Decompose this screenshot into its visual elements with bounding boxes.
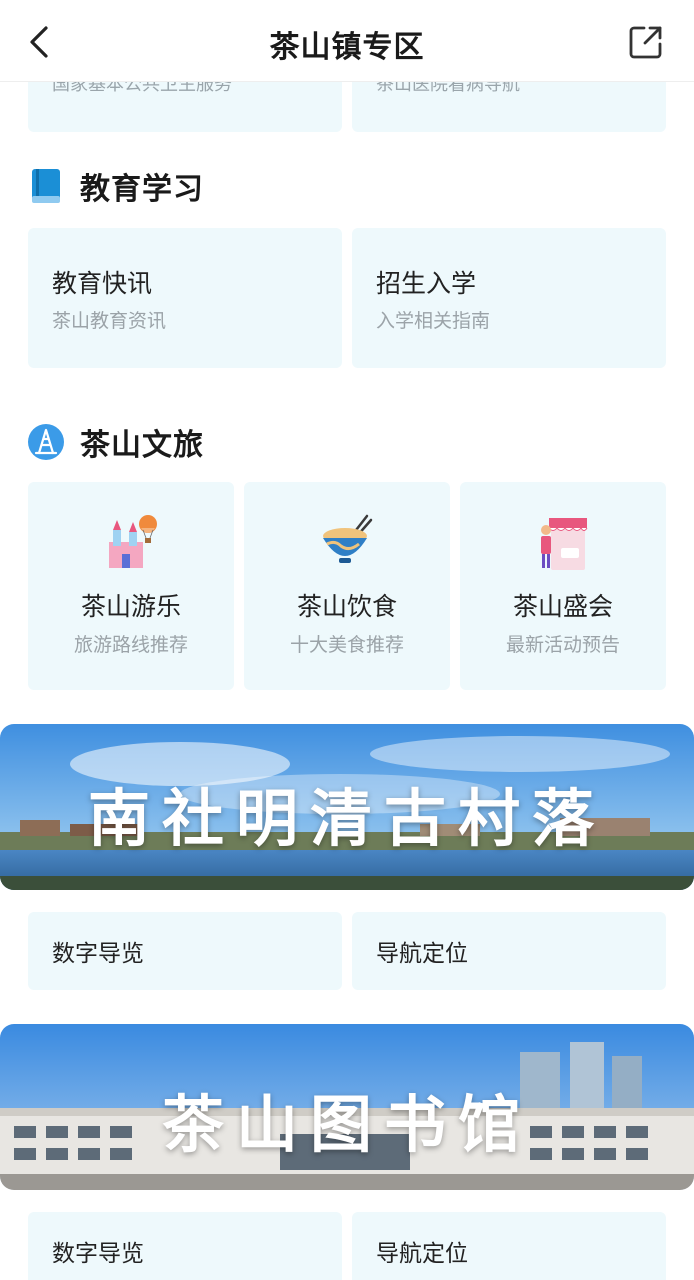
chashan-library-banner[interactable]: 茶山图书馆 <box>0 1024 694 1190</box>
link-label: 导航定位 <box>376 941 468 967</box>
navigation-button[interactable]: 导航定位 <box>352 912 666 990</box>
tower-icon <box>28 424 64 460</box>
card-title: 招生入学 <box>376 269 477 298</box>
nanshe-village-banner[interactable]: 南社明清古村落 <box>0 724 694 890</box>
tourism-fun-card[interactable]: 茶山游乐 旅游路线推荐 <box>28 482 234 690</box>
link-label: 数字导览 <box>52 1241 144 1267</box>
food-bowl-icon <box>323 514 373 563</box>
education-news-card[interactable]: 教育快讯 茶山教育资讯 <box>28 228 342 368</box>
section-title: 教育学习 <box>80 172 204 207</box>
card-subtitle: 最新活动预告 <box>505 634 620 656</box>
enrollment-card[interactable]: 招生入学 入学相关指南 <box>352 228 666 368</box>
section-title: 茶山文旅 <box>80 428 204 463</box>
digital-tour-button[interactable]: 数字导览 <box>28 1212 342 1280</box>
link-label: 数字导览 <box>52 941 144 967</box>
banner-title: 南社明清古村落 <box>87 782 606 855</box>
card-title: 茶山游乐 <box>80 592 181 621</box>
book-icon <box>32 169 60 203</box>
share-button[interactable] <box>626 22 666 62</box>
education-section-heading: 教育学习 <box>28 166 204 207</box>
card-subtitle: 入学相关指南 <box>376 310 491 332</box>
card-title: 茶山饮食 <box>296 592 397 621</box>
navigation-button[interactable]: 导航定位 <box>352 1212 666 1280</box>
link-label: 导航定位 <box>376 1241 468 1267</box>
tourism-food-card[interactable]: 茶山饮食 十大美食推荐 <box>244 482 450 690</box>
page-title: 茶山镇专区 <box>269 30 425 65</box>
tourism-event-card[interactable]: 茶山盛会 最新活动预告 <box>460 482 666 690</box>
tourism-section-heading: 茶山文旅 <box>28 422 204 463</box>
card-title: 教育快讯 <box>52 269 153 298</box>
card-subtitle: 十大美食推荐 <box>289 634 404 656</box>
top-nav-bar: 茶山镇专区 <box>0 0 694 82</box>
share-icon <box>629 26 662 59</box>
event-booth-icon <box>541 518 588 570</box>
banner-title: 茶山图书馆 <box>161 1088 532 1161</box>
card-subtitle: 茶山教育资讯 <box>52 310 167 332</box>
digital-tour-button[interactable]: 数字导览 <box>28 912 342 990</box>
castle-balloon-icon <box>109 515 157 568</box>
card-title: 茶山盛会 <box>512 592 613 621</box>
card-subtitle: 旅游路线推荐 <box>73 634 188 656</box>
